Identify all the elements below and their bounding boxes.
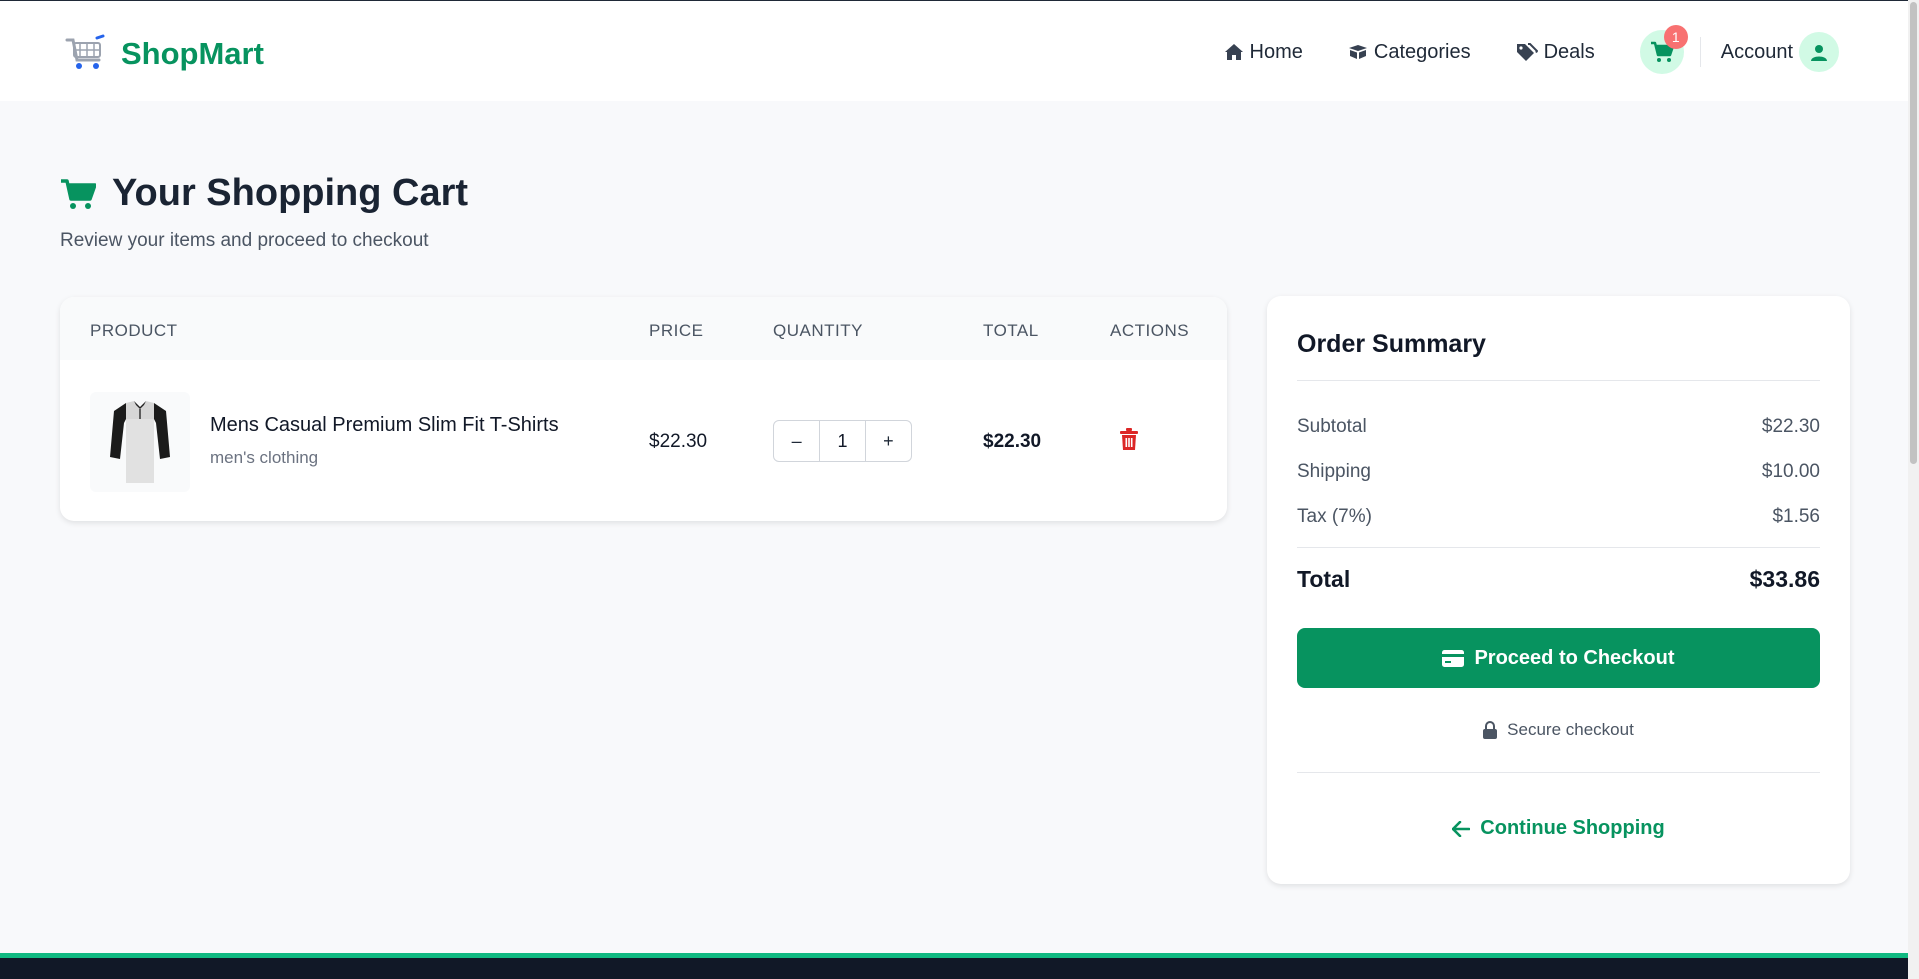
continue-shopping-link[interactable]: Continue Shopping <box>1267 817 1850 840</box>
nav-divider <box>1699 37 1701 67</box>
shopping-cart-logo-icon <box>65 34 105 69</box>
line-total: $22.30 <box>983 431 1042 452</box>
brand-logo[interactable]: ShopMart <box>63 34 264 74</box>
tax-value: $1.56 <box>1772 506 1820 527</box>
cart-icon <box>61 178 96 209</box>
main-nav: Home Categories Deals 1 Account <box>1224 25 1908 74</box>
product-name[interactable]: Mens Casual Premium Slim Fit T-Shirts <box>210 414 559 437</box>
shipping-value: $10.00 <box>1761 461 1820 482</box>
nav-deals-label: Deals <box>1543 40 1595 63</box>
quantity-increase-button[interactable]: + <box>866 421 911 461</box>
home-icon <box>1224 44 1243 60</box>
scrollbar[interactable] <box>1908 0 1919 979</box>
divider <box>1297 772 1820 773</box>
checkout-label: Proceed to Checkout <box>1474 646 1675 669</box>
subtotal-value: $22.30 <box>1761 416 1820 437</box>
page-subtitle: Review your items and proceed to checkou… <box>60 230 429 251</box>
credit-card-icon <box>1442 649 1465 667</box>
order-summary: Order Summary Subtotal $22.30 Shipping $… <box>1267 296 1850 884</box>
brand-name: ShopMart <box>121 36 264 71</box>
continue-shopping-label: Continue Shopping <box>1480 817 1665 839</box>
total-label: Total <box>1297 566 1351 592</box>
quantity-decrease-button[interactable]: – <box>774 421 819 461</box>
remove-item-button[interactable] <box>1120 428 1138 455</box>
lock-icon <box>1483 721 1498 739</box>
divider <box>1297 380 1820 381</box>
nav-deals[interactable]: Deals <box>1516 41 1595 64</box>
box-icon <box>1348 45 1367 59</box>
tags-icon <box>1516 43 1538 61</box>
product-price: $22.30 <box>649 431 708 452</box>
cart-count-badge: 1 <box>1663 25 1688 49</box>
divider <box>1297 547 1820 548</box>
page-heading: Your Shopping Cart <box>112 172 469 214</box>
account-label: Account <box>1720 40 1793 63</box>
nav-home[interactable]: Home <box>1224 41 1303 64</box>
avatar <box>1799 32 1839 72</box>
nav-home-label: Home <box>1249 40 1303 63</box>
arrow-left-icon <box>1452 820 1471 837</box>
table-row: Mens Casual Premium Slim Fit T-Shirts me… <box>60 297 1227 521</box>
product-thumbnail[interactable] <box>90 392 190 492</box>
footer <box>0 953 1908 979</box>
tshirt-image <box>110 401 170 483</box>
trash-icon <box>1120 428 1138 450</box>
nav-categories-label: Categories <box>1373 40 1471 63</box>
secure-checkout-label: Secure checkout <box>1507 720 1634 739</box>
subtotal-label: Subtotal <box>1297 416 1367 437</box>
page-title: Your Shopping Cart <box>60 172 468 215</box>
summary-title: Order Summary <box>1297 330 1486 358</box>
cart-button[interactable]: 1 <box>1639 25 1688 74</box>
account-menu[interactable]: Account <box>1721 32 1839 72</box>
tax-label: Tax (7%) <box>1297 506 1372 527</box>
user-icon <box>1811 44 1827 61</box>
quantity-stepper: – 1 + <box>773 420 912 462</box>
top-navbar: ShopMart Home Categories Deals 1 Account <box>0 0 1908 101</box>
product-category: men's clothing <box>210 448 319 467</box>
shipping-label: Shipping <box>1297 461 1371 482</box>
shipping-row: Shipping $10.00 <box>1297 461 1820 483</box>
total-row: Total $33.86 <box>1297 566 1820 593</box>
quantity-input[interactable]: 1 <box>819 421 866 461</box>
proceed-to-checkout-button[interactable]: Proceed to Checkout <box>1297 628 1820 688</box>
tax-row: Tax (7%) $1.56 <box>1297 506 1820 528</box>
subtotal-row: Subtotal $22.30 <box>1297 416 1820 438</box>
total-value: $33.86 <box>1749 566 1820 592</box>
nav-categories[interactable]: Categories <box>1348 41 1471 64</box>
secure-checkout-note: Secure checkout <box>1267 720 1850 740</box>
scrollbar-thumb[interactable] <box>1910 2 1917 464</box>
